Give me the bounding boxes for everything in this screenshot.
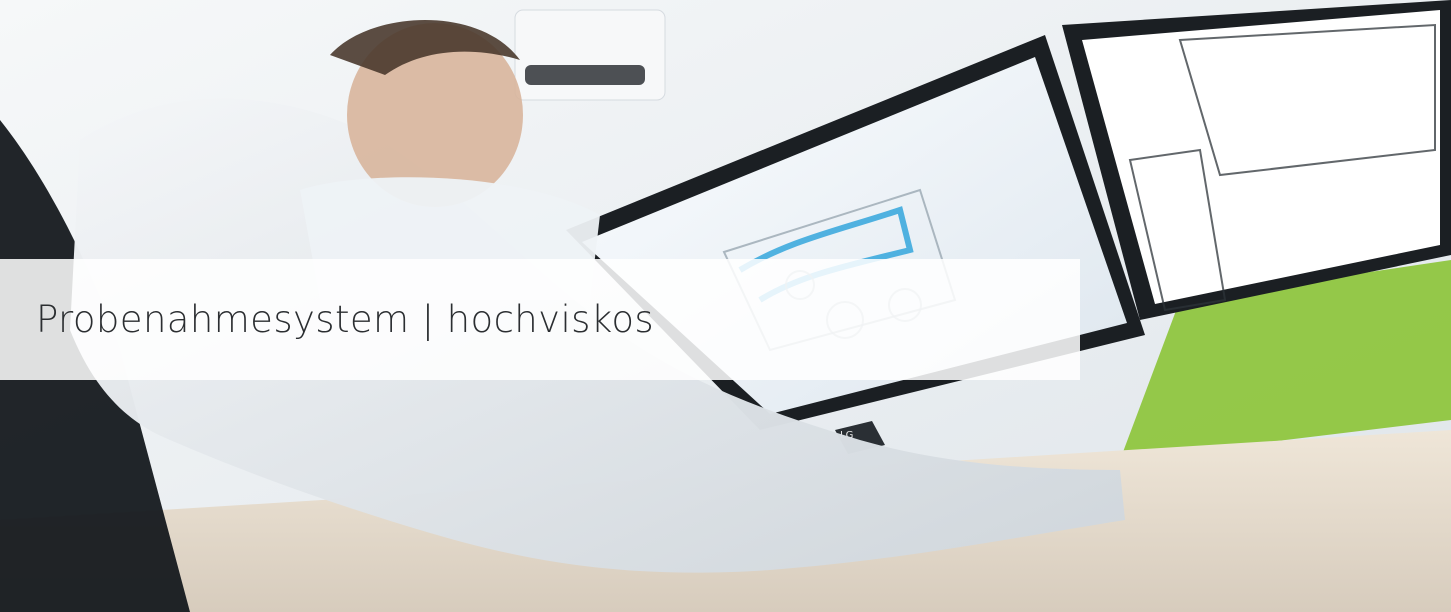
hero-banner: LG Probenahmesystem | hochviskos [0, 0, 1451, 612]
air-conditioner-shape [514, 9, 666, 101]
page-title: Probenahmesystem | hochviskos [36, 298, 655, 341]
title-band: Probenahmesystem | hochviskos [0, 259, 1080, 380]
